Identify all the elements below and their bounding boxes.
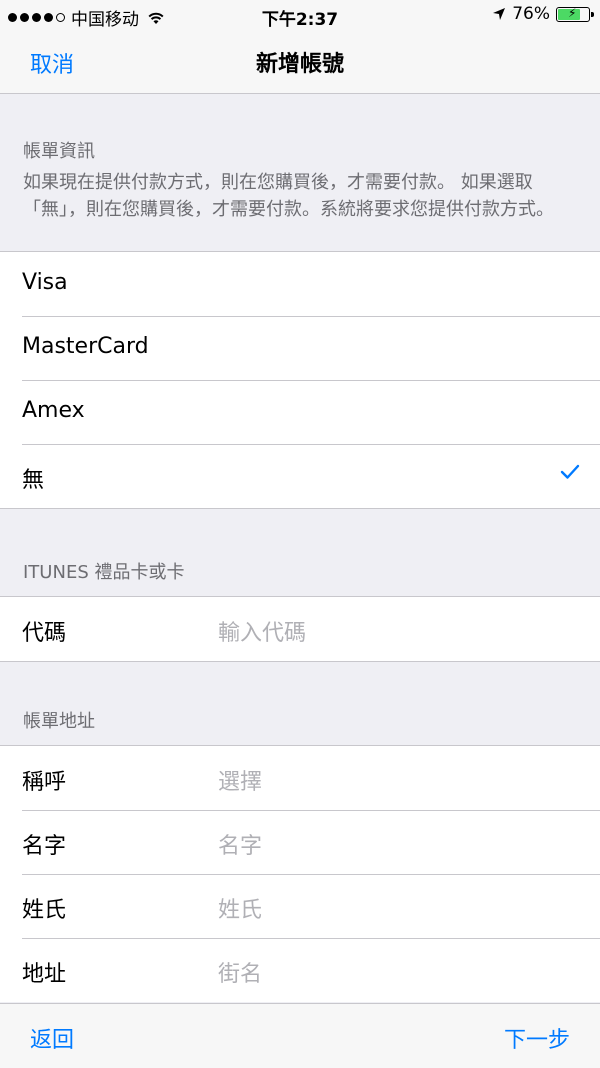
- salutation-select[interactable]: 選擇: [218, 764, 262, 796]
- billing-address-header: 帳單地址: [23, 711, 95, 732]
- billing-info-description: 如果現在提供付款方式，則在您購買後，才需要付款。 如果選取「無」，則在您購買後，…: [23, 172, 554, 220]
- last-name-row[interactable]: 姓氏 姓氏: [0, 874, 600, 938]
- payment-option-mastercard[interactable]: MasterCard: [0, 316, 600, 380]
- payment-option-label: Visa: [22, 270, 68, 295]
- payment-option-label: 無: [22, 468, 45, 493]
- status-bar: 中国移动 下午2:37 76% ⚡: [0, 0, 600, 30]
- itunes-card-header: ITUNES 禮品卡或卡: [23, 562, 185, 583]
- salutation-label: 稱呼: [22, 770, 67, 795]
- payment-option-none[interactable]: 無: [0, 444, 600, 508]
- address-label: 地址: [22, 962, 67, 987]
- code-input[interactable]: 輸入代碼: [218, 615, 306, 647]
- location-arrow-icon: [493, 8, 506, 20]
- payment-option-visa[interactable]: Visa: [0, 252, 600, 316]
- first-name-label: 名字: [22, 834, 67, 859]
- salutation-row[interactable]: 稱呼 選擇: [0, 746, 600, 810]
- address-row[interactable]: 地址 街名: [0, 938, 600, 1002]
- battery-percent: 76%: [512, 4, 550, 24]
- battery-icon: ⚡: [556, 5, 594, 22]
- last-name-label: 姓氏: [22, 898, 67, 923]
- back-button[interactable]: 返回: [30, 1022, 74, 1054]
- billing-info-header: 帳單資訊: [23, 141, 95, 162]
- payment-option-label: Amex: [22, 398, 85, 423]
- code-row[interactable]: 代碼 輸入代碼: [0, 597, 600, 661]
- first-name-row[interactable]: 名字 名字: [0, 810, 600, 874]
- itunes-card-group: 代碼 輸入代碼: [0, 596, 600, 662]
- next-button[interactable]: 下一步: [504, 1022, 570, 1054]
- billing-address-group: 稱呼 選擇 名字 名字 姓氏 姓氏 地址 街名: [0, 745, 600, 1002]
- charging-bolt-icon: ⚡: [568, 5, 577, 20]
- first-name-input[interactable]: 名字: [218, 828, 262, 860]
- page-title: 新增帳號: [255, 52, 344, 77]
- street-input[interactable]: 街名: [218, 956, 262, 988]
- payment-option-amex[interactable]: Amex: [0, 380, 600, 444]
- last-name-input[interactable]: 姓氏: [218, 892, 262, 924]
- payment-method-list: Visa MasterCard Amex 無: [0, 251, 600, 509]
- navigation-bar: 取消 新增帳號: [0, 30, 600, 94]
- checkmark-icon: [560, 464, 580, 479]
- code-label: 代碼: [22, 621, 67, 646]
- bottom-toolbar: 返回 下一步: [0, 1003, 600, 1068]
- status-right: 76% ⚡: [492, 4, 594, 24]
- payment-option-label: MasterCard: [22, 334, 149, 359]
